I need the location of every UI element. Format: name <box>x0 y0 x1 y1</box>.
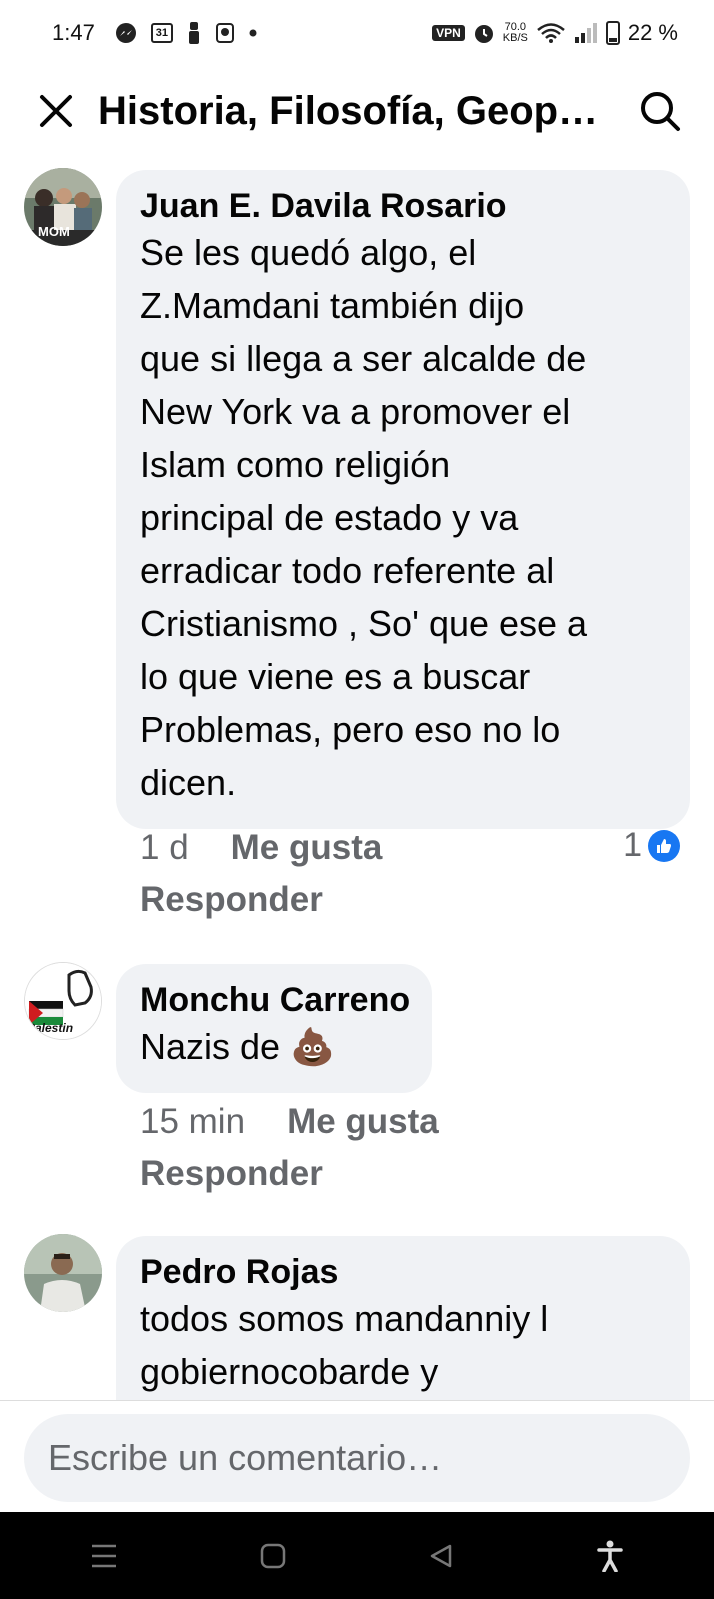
comment-meta: 1 d Me gusta Responder <box>140 822 382 926</box>
menu-lines-icon <box>92 1544 117 1567</box>
net-speed-unit: KB/S <box>502 32 528 44</box>
signal-icon <box>574 22 598 44</box>
comment-bubble: Pedro Rojas todos somos mandanniy l gobi… <box>116 1236 690 1400</box>
home-button[interactable] <box>243 1526 303 1586</box>
comment-text: Se les quedó algo, el Z.Mamdani también … <box>140 232 588 803</box>
avatar[interactable] <box>24 1234 102 1312</box>
comments-list: MOM Juan E. Davila Rosario Se les quedó … <box>0 156 714 1400</box>
status-right: VPN 70.0 KB/S 22 % <box>432 20 678 46</box>
reply-button[interactable]: Responder <box>140 1154 323 1194</box>
reaction-summary[interactable]: 1 <box>623 826 680 865</box>
comment-author[interactable]: Monchu Carreno <box>140 980 410 1020</box>
battery-percent: 22 % <box>627 20 678 45</box>
figure-icon <box>187 22 201 44</box>
calendar-icon: 31 <box>150 23 173 43</box>
comment-text: Nazis de 💩 <box>140 1026 335 1067</box>
reaction-count: 1 <box>623 826 642 864</box>
avatar[interactable]: MOM <box>24 168 102 246</box>
composer-bar <box>0 1400 714 1512</box>
comment-input[interactable] <box>24 1414 690 1502</box>
status-left: 1:47 31 <box>52 20 257 46</box>
vpn-badge: VPN <box>432 25 465 41</box>
comment-author[interactable]: Juan E. Davila Rosario <box>140 186 668 226</box>
alarm-icon <box>473 22 495 44</box>
wifi-icon <box>536 22 566 44</box>
comment-meta: 15 min Me gusta Responder <box>140 1096 439 1200</box>
accessibility-icon <box>597 1540 623 1572</box>
net-speed: 70.0 KB/S <box>503 22 528 44</box>
accessibility-button[interactable] <box>580 1526 640 1586</box>
like-button[interactable]: Me gusta <box>231 828 383 868</box>
more-notifications-dot-icon <box>249 29 257 37</box>
avatar[interactable]: Palestin <box>24 962 102 1040</box>
system-nav-bar <box>0 1512 714 1599</box>
like-reaction-icon <box>648 829 680 862</box>
back-button[interactable] <box>411 1526 471 1586</box>
like-button[interactable]: Me gusta <box>287 1102 439 1142</box>
comment-item: MOM Juan E. Davila Rosario Se les quedó … <box>0 156 714 936</box>
status-time: 1:47 <box>52 20 95 45</box>
avatar-overlay-text: MOM <box>38 224 70 239</box>
close-icon <box>40 95 72 127</box>
app-notification-icon <box>215 22 235 44</box>
search-button[interactable] <box>636 87 684 135</box>
comment-time: 1 d <box>140 828 189 867</box>
comment-item: Palestin Monchu Carreno Nazis de 💩 15 mi… <box>0 956 714 1206</box>
reply-button[interactable]: Responder <box>140 880 323 920</box>
avatar-overlay-text: Palestin <box>27 1021 74 1035</box>
messenger-icon <box>115 22 137 44</box>
status-bar: 1:47 31 VPN 70.0 KB/S 22 % <box>0 0 714 66</box>
close-button[interactable] <box>36 91 76 131</box>
battery-level <box>608 37 617 42</box>
home-square-icon <box>260 1543 285 1568</box>
recents-button[interactable] <box>74 1526 134 1586</box>
battery-icon <box>605 21 620 45</box>
comment-author[interactable]: Pedro Rojas <box>140 1252 668 1292</box>
search-icon <box>641 92 680 131</box>
comment-item: Pedro Rojas todos somos mandanniy l gobi… <box>0 1228 714 1400</box>
comment-text: todos somos mandanniy l gobiernocobarde … <box>140 1298 549 1392</box>
post-header: Historia, Filosofía, Geop… <box>0 66 714 156</box>
back-triangle-icon <box>431 1544 452 1567</box>
comment-bubble: Juan E. Davila Rosario Se les quedó algo… <box>116 170 690 829</box>
comment-time: 15 min <box>140 1102 246 1141</box>
page-title: Historia, Filosofía, Geop… <box>98 88 599 133</box>
comment-bubble: Monchu Carreno Nazis de 💩 <box>116 964 433 1093</box>
